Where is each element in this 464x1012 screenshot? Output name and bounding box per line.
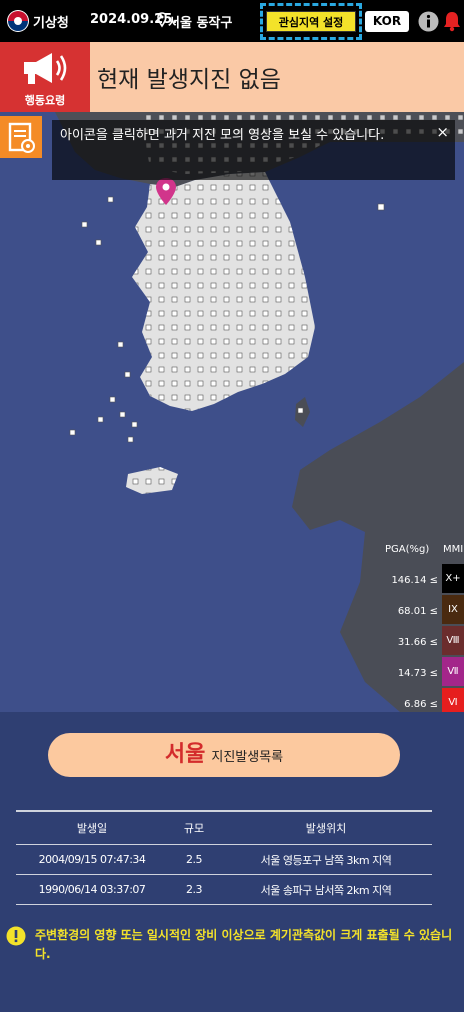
column-magnitude: 규모 [168,810,220,845]
table-row[interactable]: 1990/06/14 03:37:07 2.3 서울 송파구 남서쪽 2km 지… [16,874,432,905]
area-setting-button[interactable]: 관심지역 설정 [266,11,356,32]
mmi-level: Ⅷ [442,626,464,655]
mmi-level: IX [442,595,464,624]
list-header-pill: 서울 지진발생목록 [48,733,400,777]
pga-threshold: 68.01 ≤ [397,606,438,617]
row-date: 2004/09/15 07:47:34 [16,844,168,875]
pga-threshold: 146.14 ≤ [391,575,438,586]
pga-threshold: 6.86 ≤ [404,699,438,710]
simulation-tooltip: 아이콘을 클릭하면 과거 지진 모의 영상을 보실 수 있습니다. × [52,120,455,180]
column-location: 발생위치 [220,810,432,845]
simulation-video-button[interactable] [0,116,42,158]
alert-bar: 행동요령 현재 발생지진 없음 [0,42,464,112]
map-canvas [55,112,464,712]
notice-text: 주변환경의 영향 또는 일시적인 장비 이상으로 계기관측값이 크게 표출될 수… [35,928,453,961]
bell-icon[interactable] [442,10,462,32]
row-date: 1990/06/14 03:37:07 [16,874,168,905]
agency-name: 기상청 [33,16,69,31]
row-location: 서울 송파구 남서쪽 2km 지역 [220,874,432,905]
mmi-level: X+ [442,564,464,593]
row-magnitude: 2.5 [168,844,220,875]
ulleung-island [377,203,385,211]
row-magnitude: 2.3 [168,874,220,905]
action-guide-label: 행동요령 [24,94,66,107]
exclamation-icon [6,926,26,946]
action-guide-button[interactable]: 행동요령 [0,42,90,112]
megaphone-icon [24,53,67,84]
list-city: 서울 [164,742,206,767]
language-button[interactable]: KOR [365,11,409,32]
tooltip-text: 아이콘을 클릭하면 과거 지진 모의 영상을 보실 수 있습니다. [60,128,385,143]
mmi-level: Ⅶ [442,657,464,686]
earthquake-status: 현재 발생지진 없음 [97,67,281,93]
row-location: 서울 영등포구 남쪽 3km 지역 [220,844,432,875]
tooltip-close-icon[interactable]: × [436,122,449,142]
mmi-level: Ⅵ [442,688,464,712]
earthquake-map[interactable]: PGA(%g) MMI 146.14 ≤ 68.01 ≤ 31.66 ≤ 14.73 … [0,112,464,712]
pga-header: PGA(%g) [385,544,430,555]
table-header-row: 발생일 규모 발생위치 [16,810,432,845]
info-icon[interactable] [418,11,439,32]
logo-icon [7,10,29,32]
list-title: 지진발생목록 [211,750,284,765]
top-bar: 기상청 2024.09.25. 서울 동작구 관심지역 설정 KOR [0,0,464,42]
current-location[interactable]: 서울 동작구 [168,12,232,31]
pga-threshold: 31.66 ≤ [397,637,438,648]
video-document-icon [8,122,35,153]
earthquake-table: 발생일 규모 발생위치 2004/09/15 07:47:34 2.5 서울 영… [16,810,432,905]
column-date: 발생일 [16,810,168,845]
japan-land [292,362,464,712]
mmi-header: MMI [443,544,464,555]
table-row[interactable]: 2004/09/15 07:47:34 2.5 서울 영등포구 남쪽 3km 지… [16,844,432,875]
location-pin-icon [157,12,167,28]
pga-threshold: 14.73 ≤ [397,668,438,679]
